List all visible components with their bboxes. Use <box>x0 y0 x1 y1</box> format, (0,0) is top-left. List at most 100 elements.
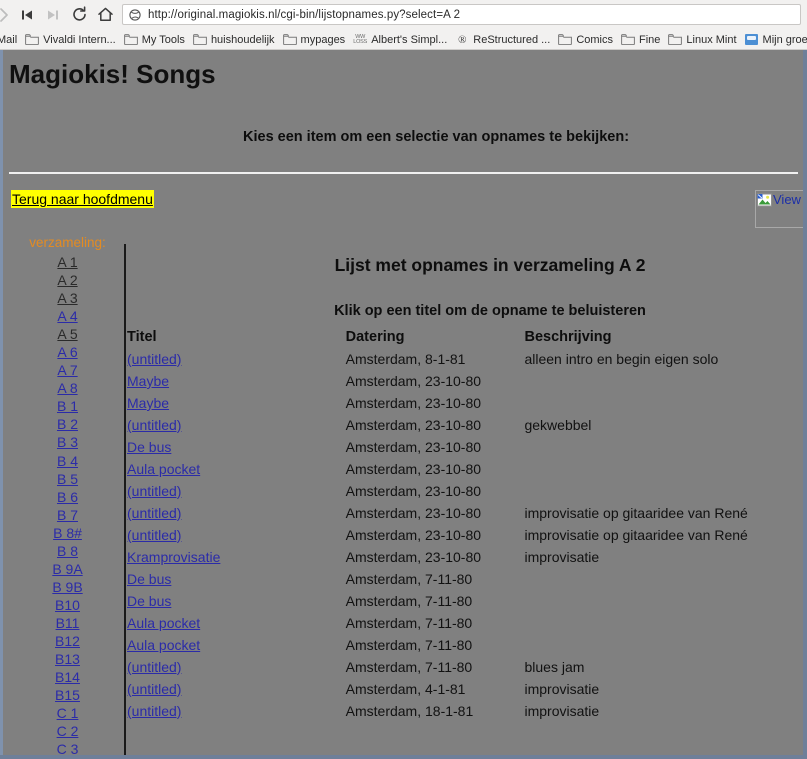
collection-nav-item[interactable]: C 1 <box>3 704 122 722</box>
recording-title-link[interactable]: (untitled) <box>127 659 181 675</box>
recording-title-link[interactable]: (untitled) <box>127 351 181 367</box>
bookmark-linux-mint[interactable]: Linux Mint <box>665 30 741 49</box>
bookmark-mail[interactable]: Mail <box>0 30 22 49</box>
bookmark-mijn-groepen[interactable]: Mijn groepen ... <box>742 30 807 49</box>
cell-datering: Amsterdam, 23-10-80 <box>345 549 482 565</box>
home-button[interactable] <box>92 2 118 28</box>
cell-titel: De bus <box>127 436 346 458</box>
cell-beschrijving <box>524 370 803 392</box>
table-row: Aula pocket Amsterdam, 7-11-80 <box>127 612 803 634</box>
cell-datering: Amsterdam, 23-10-80 <box>345 417 482 433</box>
collection-nav-item[interactable]: B 8# <box>3 524 122 542</box>
recording-title-link[interactable]: Kramprovisatie <box>127 549 220 565</box>
recording-title-link[interactable]: (untitled) <box>127 681 181 697</box>
collection-nav-item[interactable]: B 5 <box>3 470 122 488</box>
collection-nav-item[interactable]: B 1 <box>3 397 122 415</box>
recording-title-link[interactable]: Aula pocket <box>127 615 200 631</box>
recording-title-link[interactable]: (untitled) <box>127 527 181 543</box>
collection-nav-item[interactable]: A 7 <box>3 361 122 379</box>
cell-datering: Amsterdam, 23-10-80 <box>345 439 482 455</box>
column-header-titel: Titel <box>127 329 157 345</box>
bookmark-comics[interactable]: Comics <box>555 30 618 49</box>
recording-title-link[interactable]: Maybe <box>127 395 169 411</box>
recording-title-link[interactable]: (untitled) <box>127 505 181 521</box>
rewind-to-first-button[interactable] <box>14 2 40 28</box>
forward-button[interactable] <box>0 2 14 28</box>
table-header-row: Titel Datering Beschrijving <box>127 329 803 348</box>
table-row: De bus Amsterdam, 7-11-80 <box>127 590 803 612</box>
recording-title-link[interactable]: Maybe <box>127 373 169 389</box>
folder-icon <box>621 33 635 46</box>
table-row: Aula pocket Amsterdam, 23-10-80 <box>127 458 803 480</box>
recording-title-link[interactable]: Aula pocket <box>127 461 200 477</box>
collection-nav-item[interactable]: C 2 <box>3 722 122 740</box>
bookmark-vivaldi-internal[interactable]: Vivaldi Intern... <box>22 30 121 49</box>
cell-datering: Amsterdam, 18-1-81 <box>345 703 474 719</box>
collection-nav-item[interactable]: A 1 <box>3 253 122 271</box>
cell-titel: Aula pocket <box>127 612 346 634</box>
bookmark-label: Fine <box>638 33 661 46</box>
cell-titel: Maybe <box>127 370 346 392</box>
collection-nav-item[interactable]: B 2 <box>3 415 122 433</box>
recording-title-link[interactable]: De bus <box>127 593 171 609</box>
bookmark-fine[interactable]: Fine <box>618 30 665 49</box>
cell-titel: De bus <box>127 568 346 590</box>
collection-nav-item[interactable]: A 6 <box>3 343 122 361</box>
collection-nav-item[interactable]: B 9A <box>3 560 122 578</box>
cell-beschrijving <box>524 612 803 634</box>
collection-nav-item[interactable]: B 7 <box>3 506 122 524</box>
collection-nav-item[interactable]: B14 <box>3 668 122 686</box>
recording-title-link[interactable]: (untitled) <box>127 703 181 719</box>
cell-titel: (untitled) <box>127 502 346 524</box>
cell-titel: Maybe <box>127 392 346 414</box>
bookmark-huishoudelijk[interactable]: huishoudelijk <box>190 30 280 49</box>
collection-nav-item[interactable]: A 4 <box>3 307 122 325</box>
recording-title-link[interactable]: Aula pocket <box>127 637 200 653</box>
collection-nav-item[interactable]: B 8 <box>3 542 122 560</box>
collection-nav-item[interactable]: A 5 <box>3 325 122 343</box>
recording-title-link[interactable]: (untitled) <box>127 417 181 433</box>
collection-nav-item[interactable]: B15 <box>3 686 122 704</box>
cell-datering: Amsterdam, 8-1-81 <box>345 351 466 367</box>
page-viewport: Magiokis! Songs Kies een item om een sel… <box>0 50 807 759</box>
header-prompt: Kies een item om een selectie van opname… <box>243 129 630 145</box>
collection-nav-item[interactable]: C 3 <box>3 740 122 755</box>
cell-datering: Amsterdam, 23-10-80 <box>345 395 482 411</box>
address-bar-text: http://original.magiokis.nl/cgi-bin/lijs… <box>148 8 461 21</box>
collection-nav-item[interactable]: B 9B <box>3 578 122 596</box>
collection-nav-item[interactable]: B 4 <box>3 452 122 470</box>
collection-nav-item[interactable]: A 8 <box>3 379 122 397</box>
recordings-table: Titel Datering Beschrijving (untitled) Am… <box>127 329 803 722</box>
bookmark-mypages[interactable]: mypages <box>280 30 351 49</box>
cell-datering: Amsterdam, 7-11-80 <box>345 571 473 587</box>
collection-nav-item[interactable]: B10 <box>3 596 122 614</box>
cell-datering: Amsterdam, 23-10-80 <box>345 373 482 389</box>
collection-nav-item[interactable]: A 2 <box>3 271 122 289</box>
address-bar[interactable]: http://original.magiokis.nl/cgi-bin/lijs… <box>122 4 801 25</box>
folder-icon <box>193 33 207 46</box>
cell-beschrijving: blues jam <box>524 659 585 675</box>
bookmark-my-tools[interactable]: My Tools <box>121 30 190 49</box>
bookmark-restructured[interactable]: ® ReStructured ... <box>452 30 555 49</box>
reload-button[interactable] <box>66 2 92 28</box>
collection-nav-item[interactable]: A 3 <box>3 289 122 307</box>
broken-image-placeholder[interactable]: View With A <box>755 190 803 228</box>
bookmark-label: Albert's Simpl... <box>371 33 448 46</box>
folder-icon <box>282 33 297 46</box>
fast-forward-to-last-button[interactable] <box>40 2 66 28</box>
folder-icon <box>558 33 573 46</box>
table-row: (untitled) Amsterdam, 8-1-81 alleen intro … <box>127 348 803 370</box>
collection-nav-item[interactable]: B12 <box>3 632 122 650</box>
collection-nav-item[interactable]: B 3 <box>3 433 122 451</box>
collection-nav-item[interactable]: B11 <box>3 614 122 632</box>
collection-nav-item[interactable]: B13 <box>3 650 122 668</box>
recording-title-link[interactable]: (untitled) <box>127 483 181 499</box>
table-row: (untitled) Amsterdam, 4-1-81 improvisatie <box>127 678 803 700</box>
recording-title-link[interactable]: De bus <box>127 571 171 587</box>
collection-nav-item[interactable]: B 6 <box>3 488 122 506</box>
bookmark-alberts-simple[interactable]: WW LOSS Albert's Simpl... <box>350 30 452 49</box>
bookmark-label: Vivaldi Intern... <box>43 33 116 46</box>
back-to-main-menu-link[interactable]: Terug naar hoofdmenu <box>11 190 154 208</box>
recording-title-link[interactable]: De bus <box>127 439 171 455</box>
cell-beschrijving <box>524 458 803 480</box>
